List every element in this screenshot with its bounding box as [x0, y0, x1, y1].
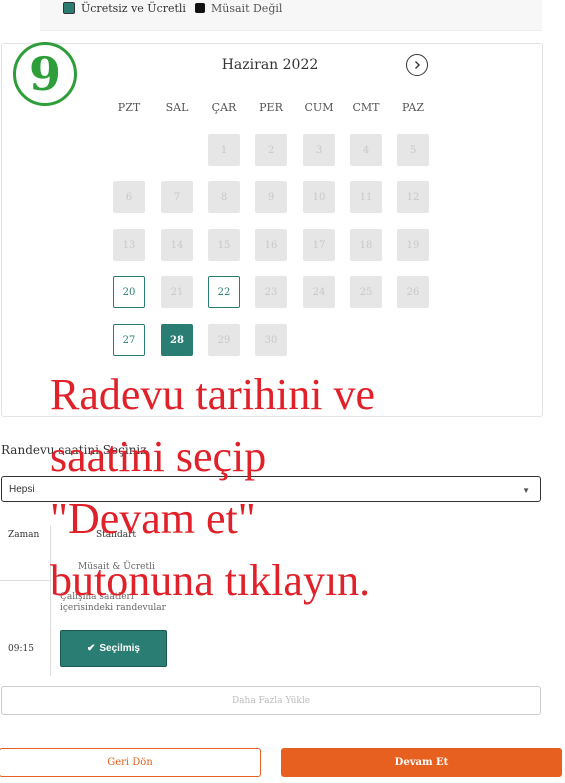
- time-column-header: Zaman: [8, 530, 40, 540]
- calendar-day: 1: [208, 134, 240, 166]
- legend-swatch-free-paid: [63, 2, 75, 14]
- calendar-day: 4: [350, 134, 382, 166]
- calendar-day: 9: [255, 181, 287, 213]
- calendar-day: 8: [208, 181, 240, 213]
- calendar-day: 18: [350, 229, 382, 261]
- step-badge: 9: [13, 42, 77, 106]
- filter-select-value: Hepsi: [9, 483, 35, 495]
- calendar-day: 19: [397, 229, 429, 261]
- calendar-day[interactable]: 22: [208, 276, 240, 308]
- calendar-day: 13: [113, 229, 145, 261]
- back-button[interactable]: Geri Dön: [0, 748, 261, 777]
- calendar-day[interactable]: 20: [113, 276, 145, 308]
- calendar-day: 10: [303, 181, 335, 213]
- continue-button[interactable]: Devam Et: [281, 748, 562, 777]
- calendar-day: 23: [255, 276, 287, 308]
- row-divider: [0, 580, 50, 581]
- calendar-day: 29: [208, 324, 240, 356]
- calendar-day: 15: [208, 229, 240, 261]
- calendar-day: 11: [350, 181, 382, 213]
- calendar-day: 17: [303, 229, 335, 261]
- calendar-day: 3: [303, 134, 335, 166]
- calendar-day: 26: [397, 276, 429, 308]
- slot-time: 09:15: [8, 644, 34, 654]
- calendar-day: 24: [303, 276, 335, 308]
- chevron-right-icon: [415, 61, 420, 69]
- legend-free-paid-label: Ücretsiz ve Ücretli: [81, 1, 186, 15]
- legend-swatch-not-available: [195, 3, 205, 13]
- standard-column-header: Standart: [96, 530, 136, 540]
- calendar-day: 30: [255, 324, 287, 356]
- selected-slot-label: Seçilmiş: [99, 643, 140, 654]
- weekday-label: CMT: [352, 101, 380, 114]
- calendar-day: 16: [255, 229, 287, 261]
- calendar-day: 6: [113, 181, 145, 213]
- month-title: Haziran 2022: [221, 57, 319, 73]
- load-more-label: Daha Fazla Yükle: [231, 695, 311, 706]
- calendar-day: 25: [350, 276, 382, 308]
- weekday-label: ÇAR: [211, 101, 237, 114]
- load-more-button[interactable]: Daha Fazla Yükle: [1, 686, 541, 715]
- working-hours-note: Çalışma saatleri içerisindeki randevular: [60, 592, 166, 613]
- calendar-day: 12: [397, 181, 429, 213]
- next-month-button[interactable]: [406, 54, 428, 76]
- legend-free-paid: Ücretsiz ve Ücretli: [63, 0, 186, 16]
- back-button-label: Geri Dön: [107, 757, 153, 768]
- calendar-day[interactable]: 27: [113, 324, 145, 356]
- weekday-label: PER: [259, 101, 283, 114]
- selected-slot-button[interactable]: ✔ Seçilmiş: [60, 630, 167, 667]
- availability-label: Müsait & Ücretli: [78, 562, 155, 572]
- legend-not-available: Müsait Değil: [195, 0, 282, 16]
- time-section-label: Randevu saatini Seçiniz: [1, 443, 147, 457]
- caret-down-icon: ▼: [522, 486, 530, 495]
- calendar-day: 14: [161, 229, 193, 261]
- weekday-label: SAL: [165, 101, 189, 114]
- calendar-day: 7: [161, 181, 193, 213]
- checkmark-icon: ✔: [87, 643, 96, 654]
- column-divider: [50, 526, 51, 676]
- weekday-label: PZT: [117, 101, 141, 114]
- continue-button-label: Devam Et: [394, 757, 449, 768]
- weekday-label: CUM: [304, 101, 334, 114]
- calendar-day: 2: [255, 134, 287, 166]
- filter-select[interactable]: Hepsi ▼: [1, 476, 541, 502]
- calendar-day: 21: [161, 276, 193, 308]
- calendar-day: 5: [397, 134, 429, 166]
- calendar-day-selected[interactable]: 28: [161, 324, 193, 356]
- legend-not-available-label: Müsait Değil: [211, 1, 283, 15]
- weekday-label: PAZ: [402, 101, 424, 114]
